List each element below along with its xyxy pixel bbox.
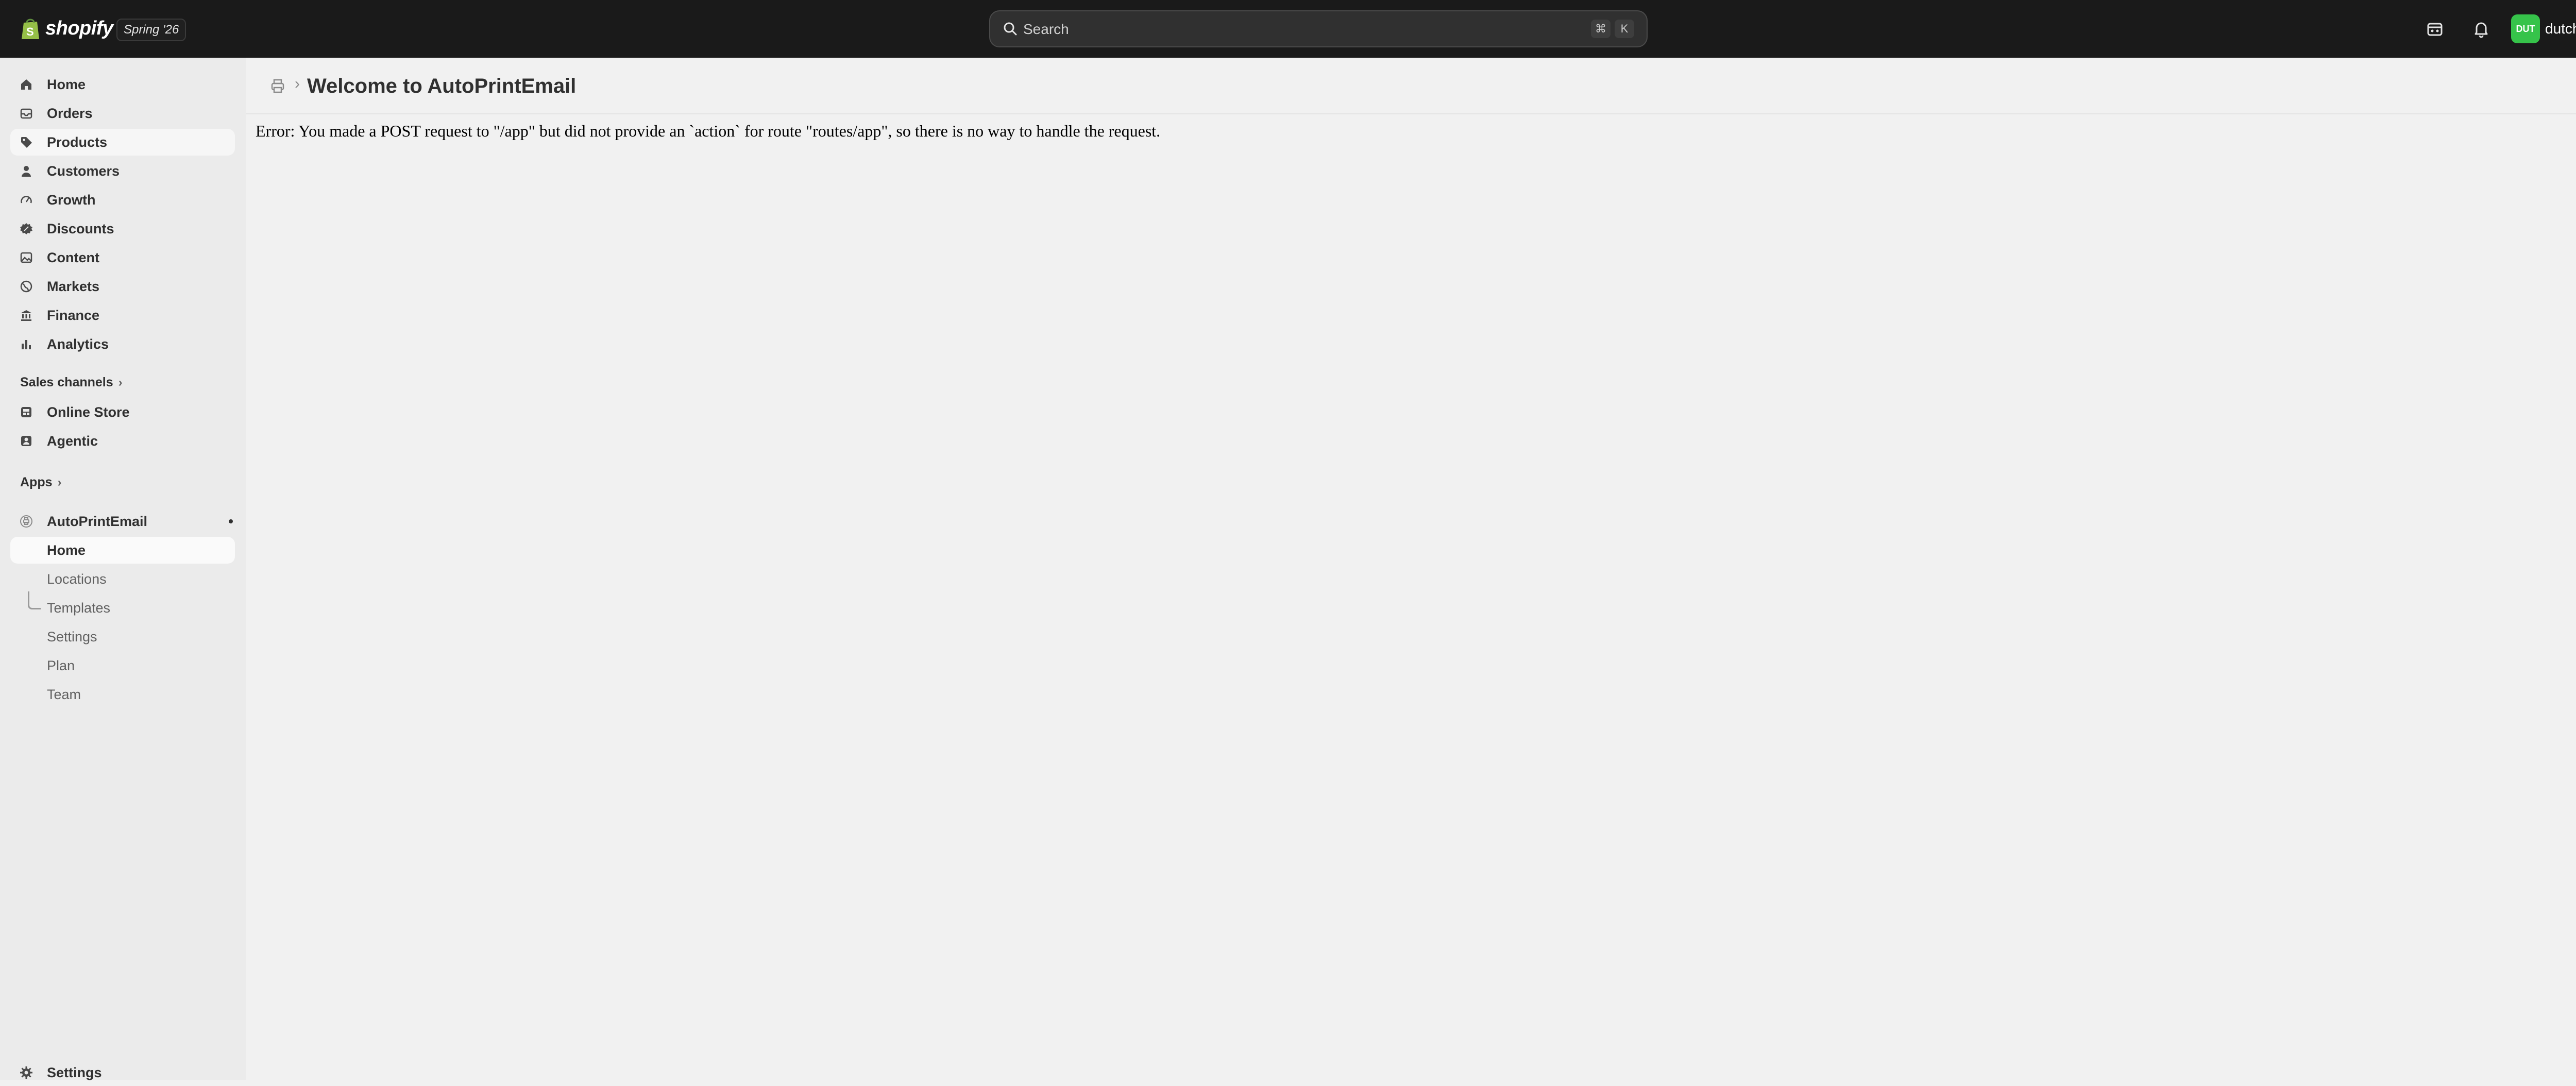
sales-channels-heading[interactable]: Sales channels ›: [20, 375, 123, 390]
sidebar-item-autoprintemail[interactable]: AutoPrintEmail: [10, 508, 235, 535]
bell-icon[interactable]: [2472, 20, 2490, 38]
sidebar-item-home[interactable]: Home: [10, 71, 235, 98]
gear-icon: [20, 1066, 33, 1079]
sidebar-item-online-store[interactable]: Online Store: [10, 399, 235, 426]
sidebar-item-label: Customers: [47, 163, 120, 179]
app-subnav-label: Settings: [47, 629, 97, 644]
shortcut-k-key: K: [1615, 20, 1634, 38]
app-subnav-home[interactable]: Home: [10, 537, 235, 564]
account-menu[interactable]: DUT dutch dev: [2511, 14, 2576, 43]
sidebar-item-label: Analytics: [47, 336, 109, 352]
inbox-icon: [20, 107, 33, 120]
app-subnav-label: Locations: [47, 571, 107, 587]
apps-label: Apps: [20, 475, 53, 489]
sidebar-item-label: AutoPrintEmail: [47, 514, 148, 529]
printer-icon[interactable]: [269, 77, 286, 95]
storefront-icon: [20, 405, 33, 419]
sidebar-item-customers[interactable]: Customers: [10, 158, 235, 184]
printer-icon: [20, 515, 33, 528]
page-title: Welcome to AutoPrintEmail: [307, 75, 577, 97]
breadcrumb-separator: ›: [295, 75, 300, 92]
app-subnav-locations[interactable]: Locations: [10, 566, 235, 592]
app-subnav-label: Home: [47, 542, 86, 558]
app-subnav-label: Team: [47, 687, 81, 702]
edition-badge[interactable]: Spring '26: [116, 19, 187, 41]
sidebar-item-products[interactable]: Products: [10, 129, 235, 156]
globe-icon: [20, 280, 33, 293]
sidebar-item-content[interactable]: Content: [10, 244, 235, 271]
chevron-right-icon: ›: [57, 475, 62, 489]
tag-icon: [20, 135, 33, 149]
sales-channels-label: Sales channels: [20, 375, 113, 389]
shopify-bag-icon: S: [22, 19, 39, 39]
bar-chart-icon: [20, 337, 33, 351]
sidebar-item-analytics[interactable]: Analytics: [10, 331, 235, 358]
discount-icon: [20, 222, 33, 235]
sidebar-item-label: Settings: [47, 1065, 102, 1080]
app-subnav-settings[interactable]: Settings: [10, 623, 235, 650]
sidebar-item-label: Discounts: [47, 221, 114, 236]
account-name: dutch: [2545, 21, 2576, 37]
main-content: › Welcome to AutoPrintEmail ··· Error: Y…: [246, 58, 2576, 1080]
top-bar: S shopify Spring '26 ⌘ K DUT dutch dev: [0, 0, 2576, 58]
sidebar-item-settings[interactable]: Settings: [10, 1059, 235, 1086]
sidebar-item-label: Markets: [47, 279, 100, 294]
sidebar-item-growth[interactable]: Growth: [10, 186, 235, 213]
sidebar-item-label: Growth: [47, 192, 96, 208]
brand-wordmark: shopify: [45, 17, 113, 39]
sidebar: Home Orders Products Customers Growth Di…: [0, 58, 246, 1080]
svg-text:S: S: [26, 25, 34, 38]
app-subnav-templates[interactable]: Templates: [10, 595, 235, 621]
app-subnav-label: Plan: [47, 658, 75, 673]
sidebar-item-label: Home: [47, 77, 86, 92]
gauge-icon: [20, 193, 33, 207]
avatar: DUT: [2511, 14, 2540, 43]
sidebar-item-finance[interactable]: Finance: [10, 302, 235, 329]
agent-icon: [20, 434, 33, 448]
app-subnav-plan[interactable]: Plan: [10, 652, 235, 679]
pin-indicator: [229, 519, 233, 523]
app-subnav-label: Templates: [47, 600, 111, 616]
sidebar-item-label: Content: [47, 250, 99, 265]
error-message: Error: You made a POST request to "/app"…: [256, 122, 1161, 140]
chevron-right-icon: ›: [118, 375, 123, 389]
sidebar-item-orders[interactable]: Orders: [10, 100, 235, 127]
search-input[interactable]: [1022, 11, 1488, 47]
sidebar-item-agentic[interactable]: Agentic: [10, 428, 235, 454]
bank-icon: [20, 309, 33, 322]
store-switcher-icon[interactable]: [2426, 20, 2444, 38]
search-icon: [1004, 22, 1017, 36]
apps-heading[interactable]: Apps ›: [20, 475, 62, 490]
person-icon: [20, 164, 33, 178]
shortcut-mod-key: ⌘: [1591, 20, 1611, 38]
sidebar-item-discounts[interactable]: Discounts: [10, 215, 235, 242]
sidebar-item-markets[interactable]: Markets: [10, 273, 235, 300]
search-bar[interactable]: ⌘ K: [989, 10, 1648, 47]
home-icon: [20, 78, 33, 91]
sidebar-item-label: Agentic: [47, 433, 98, 449]
shopify-logo[interactable]: S shopify: [20, 16, 113, 40]
sidebar-item-label: Orders: [47, 106, 93, 121]
sidebar-item-label: Products: [47, 134, 108, 150]
sidebar-item-label: Online Store: [47, 404, 130, 420]
title-bar: › Welcome to AutoPrintEmail ···: [246, 58, 2576, 114]
sidebar-item-label: Finance: [47, 308, 100, 323]
app-subnav-team[interactable]: Team: [10, 681, 235, 708]
image-icon: [20, 251, 33, 264]
